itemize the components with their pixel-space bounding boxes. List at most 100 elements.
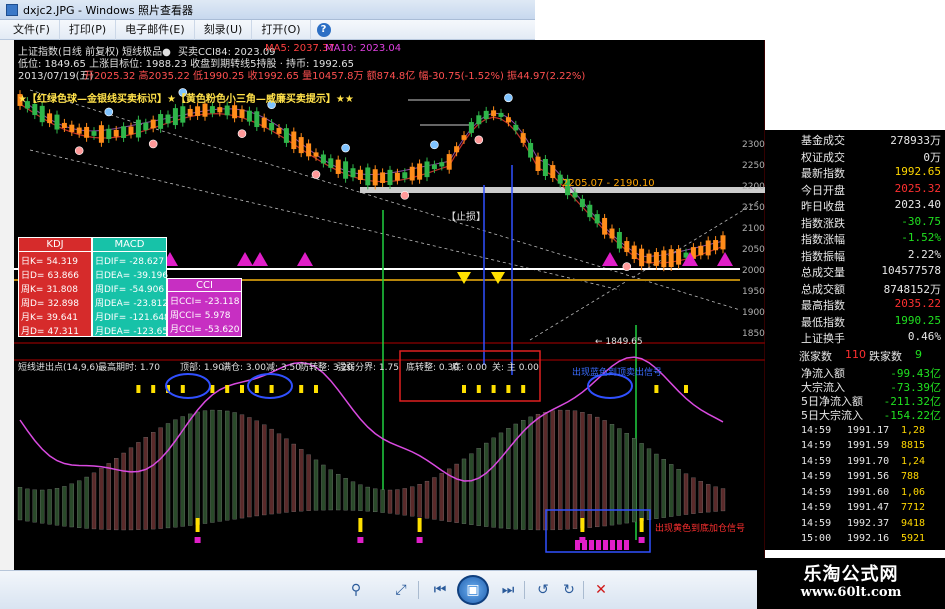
help-icon[interactable]: ? (316, 22, 331, 37)
indicator-bar (720, 488, 726, 512)
candle-body (380, 172, 386, 183)
flow-value: -154.22亿 (883, 408, 941, 422)
indicator-row: 日DEA= -39.196 (95, 268, 168, 281)
tick-volume: 1,06 (901, 486, 926, 498)
price-axis-tick: 2300 (742, 140, 765, 150)
indicator-value: 31.808 (46, 285, 78, 295)
actual-size-icon[interactable]: ⤢ (388, 579, 414, 601)
tick-volume: 5921 (901, 533, 926, 544)
tick-volume: 788 (901, 471, 920, 482)
indicator-key: 周DEA= (95, 299, 131, 309)
candle-body (187, 108, 193, 117)
tick-volume: 5346 (901, 549, 925, 551)
quote-value: -30.75 (901, 214, 941, 228)
indicator-bar (239, 414, 245, 519)
candle-body (209, 106, 215, 114)
tick-time: 14:59 (801, 455, 832, 467)
candle-body (298, 137, 304, 154)
indicator-bar (498, 432, 504, 529)
candle-body (113, 129, 119, 137)
indicator-bar (469, 453, 474, 525)
bottom-magenta-bar (624, 540, 629, 550)
tick-volume: 7712 (901, 502, 926, 513)
indicator-value: 47.311 (47, 327, 79, 337)
candle-body (32, 103, 38, 116)
candle-body (47, 113, 53, 124)
indicator-key: 月D= (21, 327, 45, 337)
bottom-magenta-bar (582, 540, 587, 550)
lower-item-2: 顶部: 1.90 (180, 363, 224, 373)
quote-value: 0.46% (907, 330, 941, 343)
indicator-bar (151, 432, 156, 530)
candle-body (350, 168, 356, 178)
rotate-ccw-button[interactable]: ↺ (530, 579, 556, 601)
indicator-row: 日K= 54.319 (21, 254, 78, 267)
menu-open[interactable]: 打开(O) (252, 19, 311, 40)
candle-body (424, 161, 430, 178)
top-signal-bar (151, 385, 156, 393)
indicator-bar (188, 413, 193, 526)
menu-print[interactable]: 打印(P) (60, 19, 117, 40)
tick-price: 1992.16 (847, 533, 890, 544)
tick-price: 1991.56 (847, 471, 890, 482)
signal-ball (341, 143, 350, 153)
rotate-cw-button[interactable]: ↻ (556, 579, 582, 601)
bottom-signal-bar (358, 518, 363, 532)
indicator-bar (54, 488, 60, 526)
indicator-bar (580, 412, 585, 529)
indicator-value: -23.812 (133, 299, 169, 309)
ohlc-line: 开2025.32 高2035.22 低1990.25 收1992.65 量104… (84, 71, 586, 82)
quote-row: 昨日收盘 2023.40 (765, 198, 945, 215)
quote-label: 今日开盘 (801, 183, 845, 197)
price-axis-tick: 2250 (742, 161, 765, 171)
indicator-bar (380, 489, 385, 513)
up-count-label: 涨家数 (799, 349, 832, 363)
indicator-row: 月DEA= -123.651 (95, 324, 174, 337)
indicator-row: 月K= 39.641 (21, 310, 78, 323)
slideshow-button[interactable]: ▣ (457, 575, 489, 605)
top-signal-bar (506, 385, 511, 393)
indicator-bar (528, 416, 533, 530)
indicator-bar (439, 473, 444, 521)
quote-row: 基金成交 278933万 (765, 132, 945, 149)
indicator-bar (32, 489, 37, 523)
quote-row: 指数振幅 2.22% (765, 248, 945, 265)
zoom-icon[interactable]: ⚲ (343, 579, 369, 601)
tick-row: 14:59 1991.56 788 (765, 471, 945, 488)
tick-volume: 8815 (901, 440, 926, 451)
indicator-bar (210, 409, 215, 523)
delete-button[interactable]: ✕ (588, 579, 614, 601)
candle-body (128, 126, 134, 135)
quote-row: 最新指数 1992.65 (765, 165, 945, 182)
candle-body (609, 228, 615, 239)
tick-row: 14:59 1992.37 9418 (765, 518, 945, 535)
indicator-row: 日D= 63.866 (21, 268, 79, 281)
signal-ball (474, 135, 484, 145)
indicator-value: 32.898 (47, 299, 79, 309)
price-axis-tick: 2050 (742, 245, 765, 255)
indicator-key: 日CCI= (170, 297, 202, 307)
menu-file[interactable]: 文件(F) (4, 19, 60, 40)
indicator-bar (373, 488, 378, 513)
indicator-key: 周D= (21, 299, 45, 309)
price-axis-tick: 2000 (742, 266, 765, 276)
cci-title: CCI (168, 279, 241, 292)
menu-email[interactable]: 电子邮件(E) (116, 19, 195, 40)
candle-body (195, 106, 201, 116)
next-button[interactable]: ⏭ (495, 579, 521, 601)
tick-row: 14:59 1991.60 1,06 (765, 487, 945, 504)
previous-button[interactable]: ⏮ (427, 579, 453, 601)
menu-burn[interactable]: 刻录(U) (195, 19, 253, 40)
indicator-bar (350, 481, 356, 511)
indicator-bar (358, 484, 363, 511)
photo-canvas: 上证指数(日线 前复权) 短线极品● 买卖CCI84: 2023.09 MA5:… (0, 40, 765, 570)
bottom-signal-bar (580, 518, 585, 532)
candle-body (269, 122, 275, 131)
site-watermark-logo: 乐淘公式网 www.60lt.com (757, 558, 945, 609)
tick-time: 15:00 (801, 549, 831, 551)
lower-item-6: 强弱分界: 1.75 (337, 363, 399, 373)
indicator-bar (491, 437, 496, 528)
indicator-bar (558, 409, 563, 530)
top-signal-bar (491, 385, 496, 393)
quote-row: 今日开盘 2025.32 (765, 182, 945, 199)
